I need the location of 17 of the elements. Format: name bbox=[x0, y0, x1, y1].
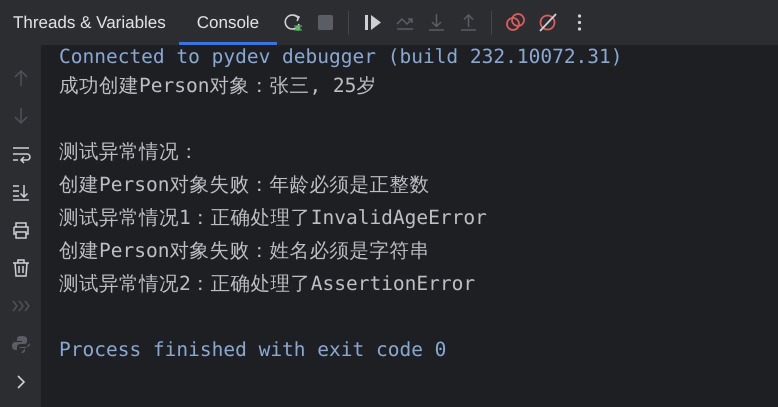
console-output: 成功创建Person对象：张三, 25岁 bbox=[59, 72, 376, 99]
console-output: 测试异常情况： bbox=[59, 138, 199, 165]
tab[interactable]: Console bbox=[178, 0, 278, 45]
python-icon bbox=[10, 334, 30, 354]
console-output: 测试异常情况2：正确处理了AssertionError bbox=[59, 270, 476, 297]
scroll-to-end-icon[interactable] bbox=[10, 182, 30, 202]
tab[interactable]: Threads & Variables bbox=[0, 0, 179, 45]
breakpoints-icon[interactable] bbox=[504, 12, 526, 33]
console-output: 测试异常情况1：正确处理了InvalidAgeError bbox=[59, 204, 487, 231]
mute-breakpoints-icon[interactable] bbox=[536, 12, 558, 33]
rerun-icon[interactable] bbox=[282, 12, 304, 33]
trash-icon[interactable] bbox=[10, 258, 30, 278]
console-message: Process finished with exit code 0 bbox=[59, 336, 446, 363]
print-icon[interactable] bbox=[10, 220, 30, 240]
console-output: 创建Person对象失败：年龄必须是正整数 bbox=[59, 172, 430, 198]
console-message: Connected to pydev debugger (build 232.10072.31) bbox=[59, 45, 623, 70]
console-output: 创建Person对象失败：姓名必须是字符串 bbox=[59, 238, 430, 264]
